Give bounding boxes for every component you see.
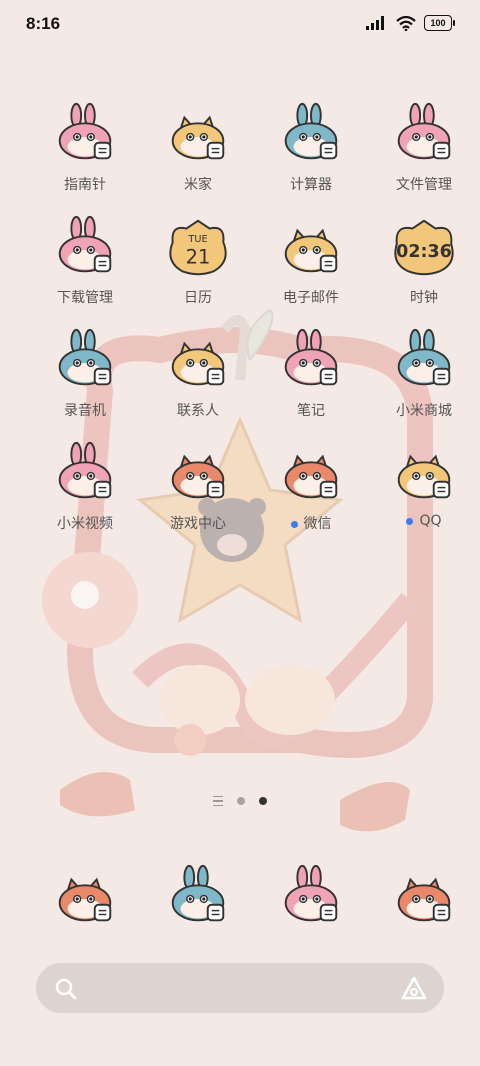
page-dot-active[interactable] bbox=[259, 797, 267, 805]
game-center-app-icon[interactable] bbox=[163, 439, 233, 509]
app-compass[interactable]: 指南针 bbox=[30, 100, 140, 194]
calculator-app-icon[interactable] bbox=[276, 100, 346, 170]
assistant-icon[interactable] bbox=[400, 975, 428, 1001]
dock-messages[interactable] bbox=[256, 862, 366, 932]
calendar-day: TUE bbox=[187, 234, 207, 245]
app-label-text: 微信 bbox=[303, 516, 332, 532]
search-bar[interactable] bbox=[36, 963, 444, 1013]
page-dot[interactable] bbox=[237, 797, 245, 805]
page-indicator[interactable] bbox=[0, 796, 480, 806]
app-label: 电子邮件 bbox=[256, 287, 366, 307]
app-label-text: 联系人 bbox=[177, 403, 219, 419]
app-label: 下载管理 bbox=[30, 287, 140, 307]
app-label: QQ bbox=[369, 513, 479, 529]
app-label-text: 文件管理 bbox=[396, 177, 452, 193]
battery-level: 100 bbox=[430, 18, 446, 28]
app-label-text: 下载管理 bbox=[57, 290, 113, 306]
update-badge bbox=[290, 520, 298, 528]
calendar-app-icon[interactable]: TUE 21 bbox=[163, 213, 233, 283]
dock-browser[interactable] bbox=[143, 862, 253, 932]
app-label-text: 录音机 bbox=[64, 403, 106, 419]
qq-app-icon[interactable] bbox=[389, 439, 459, 509]
status-bar: 8:16 100 bbox=[0, 0, 480, 50]
mijia-app-icon[interactable] bbox=[163, 100, 233, 170]
app-label-text: QQ bbox=[419, 513, 442, 529]
mi-store-app-icon[interactable] bbox=[389, 326, 459, 396]
app-label: 时钟 bbox=[369, 287, 479, 307]
app-mi-store[interactable]: 小米商城 bbox=[369, 326, 479, 420]
wifi-icon bbox=[396, 15, 416, 31]
app-label: 计算器 bbox=[256, 174, 366, 194]
app-game-center[interactable]: 游戏中心 bbox=[143, 439, 253, 533]
app-label-text: 时钟 bbox=[410, 290, 438, 306]
app-label-text: 笔记 bbox=[297, 403, 325, 419]
update-badge bbox=[406, 517, 414, 525]
app-calendar[interactable]: TUE 21 日历 bbox=[143, 213, 253, 307]
app-label-text: 日历 bbox=[184, 290, 212, 306]
app-download-manager[interactable]: 下载管理 bbox=[30, 213, 140, 307]
messages-app-icon[interactable] bbox=[276, 862, 346, 932]
file-manager-app-icon[interactable] bbox=[389, 100, 459, 170]
app-qq[interactable]: QQ bbox=[369, 439, 479, 529]
search-icon bbox=[55, 978, 77, 1000]
email-app-icon[interactable] bbox=[276, 213, 346, 283]
app-clock[interactable]: 02:36 时钟 bbox=[369, 213, 479, 307]
app-label: 游戏中心 bbox=[143, 513, 253, 533]
app-label: 小米视频 bbox=[30, 513, 140, 533]
notes-app-icon[interactable] bbox=[276, 326, 346, 396]
app-wechat[interactable]: 微信 bbox=[256, 439, 366, 533]
app-notes[interactable]: 笔记 bbox=[256, 326, 366, 420]
app-calculator[interactable]: 计算器 bbox=[256, 100, 366, 194]
status-icons: 100 bbox=[366, 15, 455, 31]
app-label: 米家 bbox=[143, 174, 253, 194]
app-label-text: 米家 bbox=[184, 177, 212, 193]
battery-icon: 100 bbox=[424, 15, 455, 31]
browser-app-icon[interactable] bbox=[163, 862, 233, 932]
wechat-app-icon[interactable] bbox=[276, 439, 346, 509]
app-label: 微信 bbox=[256, 513, 366, 533]
app-mijia[interactable]: 米家 bbox=[143, 100, 253, 194]
dock-camera[interactable] bbox=[369, 862, 479, 932]
app-file-manager[interactable]: 文件管理 bbox=[369, 100, 479, 194]
app-label-text: 指南针 bbox=[64, 177, 106, 193]
camera-app-icon[interactable] bbox=[389, 862, 459, 932]
app-label: 录音机 bbox=[30, 400, 140, 420]
app-label: 笔记 bbox=[256, 400, 366, 420]
compass-app-icon[interactable] bbox=[50, 100, 120, 170]
dock-phone[interactable] bbox=[30, 862, 140, 932]
app-label-text: 计算器 bbox=[290, 177, 332, 193]
clock-app-icon[interactable]: 02:36 bbox=[389, 213, 459, 283]
mi-video-app-icon[interactable] bbox=[50, 439, 120, 509]
phone-app-icon[interactable] bbox=[50, 862, 120, 932]
app-label-text: 小米视频 bbox=[57, 516, 113, 532]
app-label: 联系人 bbox=[143, 400, 253, 420]
app-label: 日历 bbox=[143, 287, 253, 307]
recorder-app-icon[interactable] bbox=[50, 326, 120, 396]
app-label: 指南针 bbox=[30, 174, 140, 194]
signal-icon bbox=[366, 16, 384, 30]
calendar-date: 21 bbox=[186, 246, 211, 269]
app-label-text: 小米商城 bbox=[396, 403, 452, 419]
app-recorder[interactable]: 录音机 bbox=[30, 326, 140, 420]
app-email[interactable]: 电子邮件 bbox=[256, 213, 366, 307]
app-mi-video[interactable]: 小米视频 bbox=[30, 439, 140, 533]
app-label-text: 电子邮件 bbox=[283, 290, 339, 306]
clock-widget-time: 02:36 bbox=[396, 242, 452, 262]
download-manager-app-icon[interactable] bbox=[50, 213, 120, 283]
app-label: 文件管理 bbox=[369, 174, 479, 194]
app-contacts[interactable]: 联系人 bbox=[143, 326, 253, 420]
app-label-text: 游戏中心 bbox=[170, 516, 226, 532]
contacts-app-icon[interactable] bbox=[163, 326, 233, 396]
app-label: 小米商城 bbox=[369, 400, 479, 420]
page-indicator-menu-icon[interactable] bbox=[213, 796, 223, 806]
clock-time: 8:16 bbox=[26, 14, 61, 33]
